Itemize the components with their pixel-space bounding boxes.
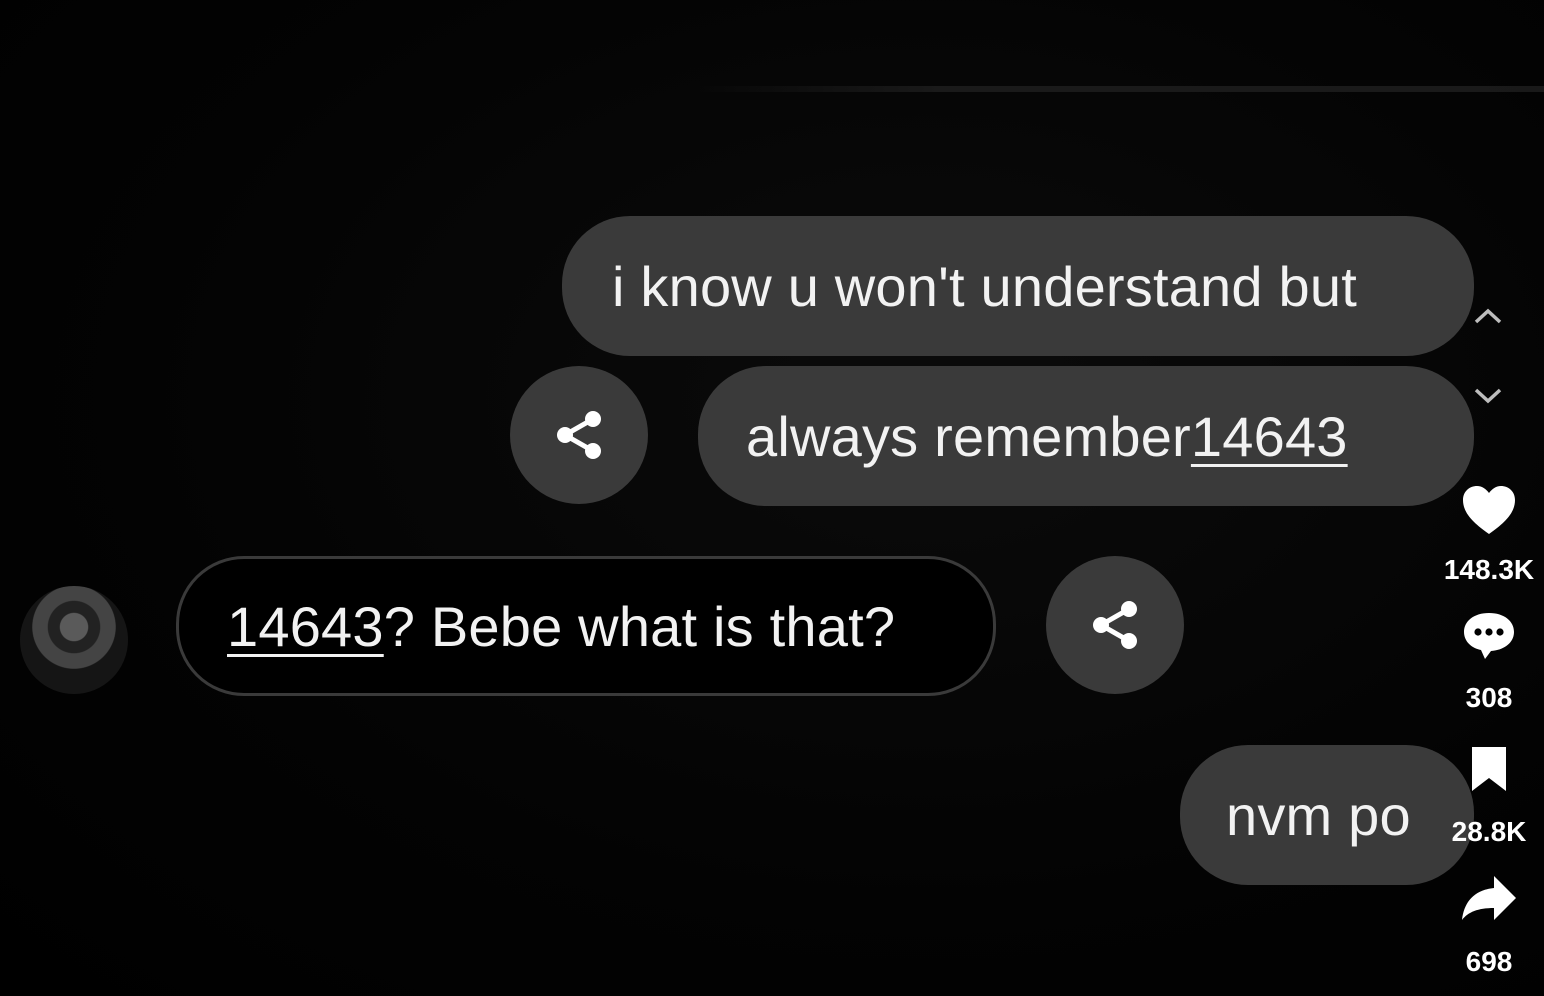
comment-icon	[1464, 613, 1514, 659]
share-button[interactable]	[510, 366, 648, 504]
message-text: ? Bebe what is that?	[383, 594, 896, 658]
message-text: nvm po	[1226, 783, 1411, 847]
message-text: always remember	[746, 404, 1191, 468]
number-link[interactable]: 14643	[227, 594, 384, 659]
top-divider	[690, 86, 1544, 92]
chevron-up-icon	[1474, 308, 1502, 324]
comment-count: 308	[1465, 682, 1513, 713]
save-count: 28.8K	[1451, 816, 1527, 847]
share-icon	[557, 411, 601, 459]
bookmark-icon	[1472, 747, 1506, 791]
next-button[interactable]	[1470, 378, 1506, 414]
comment-action[interactable]: 308	[1424, 610, 1544, 714]
like-count: 148.3K	[1443, 554, 1535, 585]
share-count: 698	[1465, 946, 1513, 977]
like-action[interactable]: 148.3K	[1424, 484, 1544, 586]
message-bubble-sent-1: i know u won't understand but	[562, 216, 1474, 356]
message-bubble-received: 14643 ? Bebe what is that?	[176, 556, 996, 696]
heart-icon	[1463, 486, 1515, 534]
chevron-down-icon	[1474, 388, 1502, 404]
share-icon	[1093, 601, 1137, 649]
share-arrow-icon	[1462, 876, 1516, 920]
number-link[interactable]: 14643	[1191, 404, 1348, 469]
previous-button[interactable]	[1470, 298, 1506, 334]
message-text: i know u won't understand but	[612, 254, 1357, 318]
message-bubble-sent-2: always remember 14643	[698, 366, 1474, 506]
share-action[interactable]: 698	[1424, 872, 1544, 978]
avatar[interactable]	[20, 586, 128, 694]
save-action[interactable]: 28.8K	[1424, 744, 1544, 848]
share-button[interactable]	[1046, 556, 1184, 694]
